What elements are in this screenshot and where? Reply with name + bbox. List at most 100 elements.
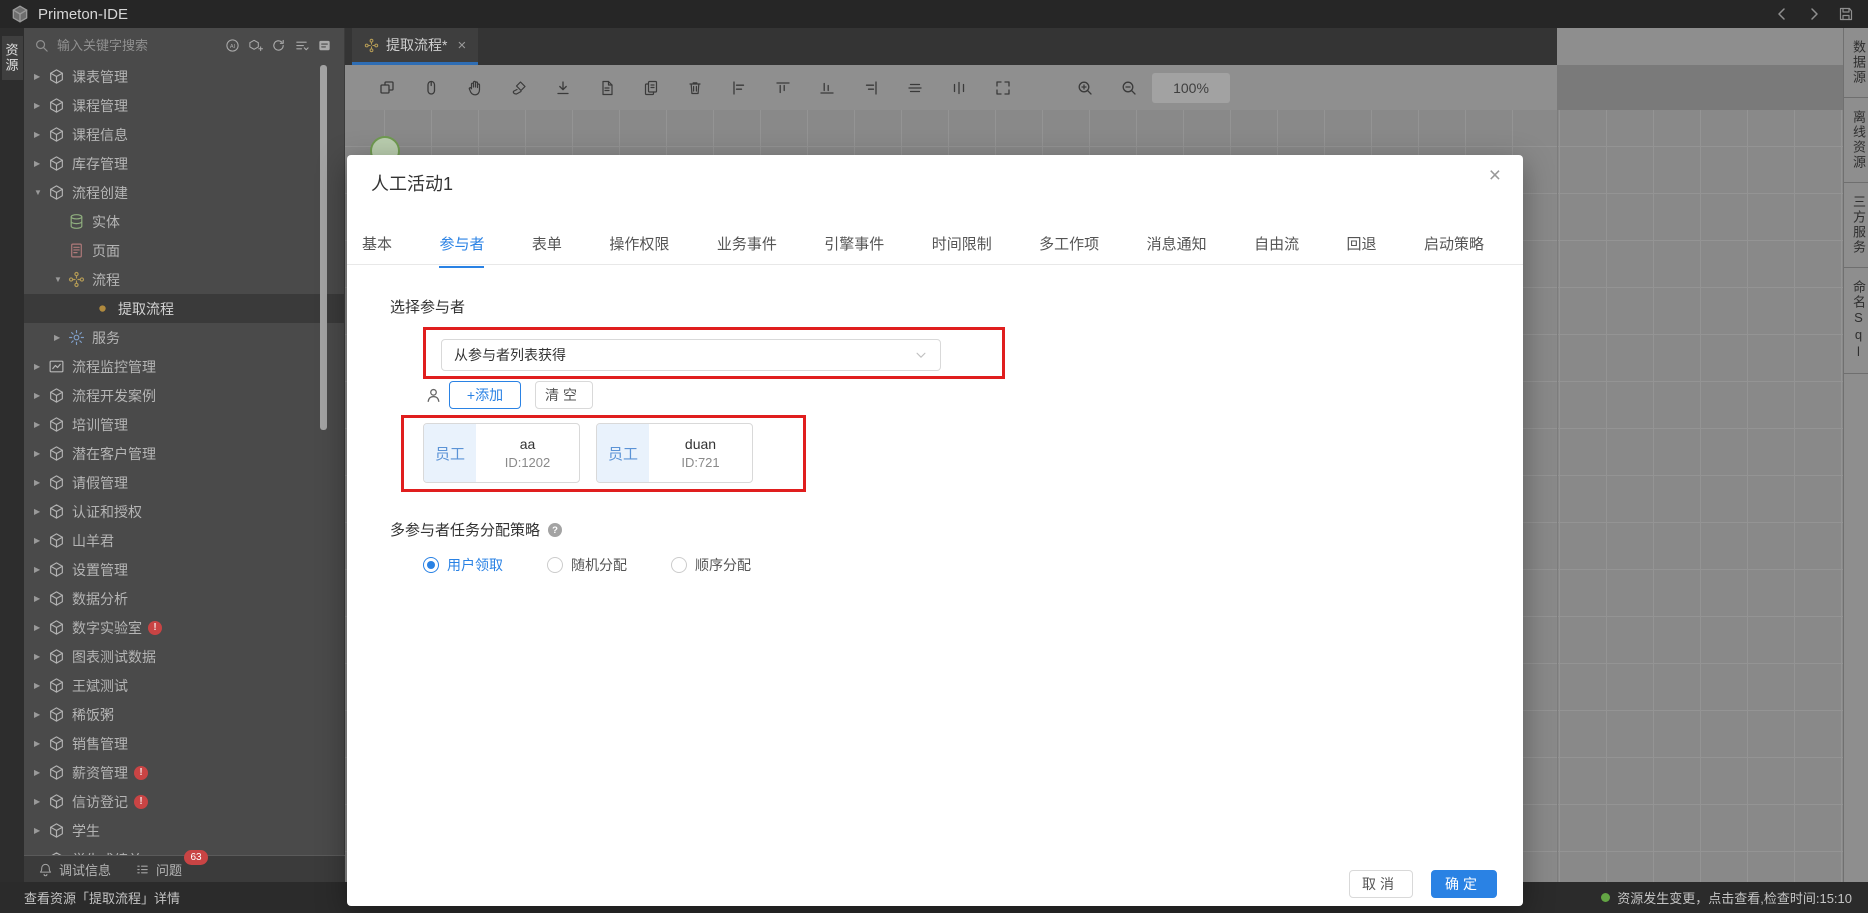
tree-item[interactable]: ▶数字实验室! bbox=[24, 613, 344, 642]
dialog-tab[interactable]: 表单 bbox=[532, 233, 562, 268]
editor-tab-active[interactable]: 提取流程* × bbox=[352, 28, 478, 65]
dialog-tab[interactable]: 消息通知 bbox=[1147, 233, 1207, 268]
tree-item[interactable]: ▼流程创建 bbox=[24, 178, 344, 207]
expand-arrow-icon[interactable]: ▶ bbox=[34, 391, 47, 400]
ai-assistant-icon[interactable]: AI bbox=[225, 38, 240, 53]
refresh-icon[interactable] bbox=[271, 38, 286, 53]
tree-item[interactable]: ▶设置管理 bbox=[24, 555, 344, 584]
dialog-close-icon[interactable]: × bbox=[1489, 165, 1501, 186]
resources-strip-tab[interactable]: 资源 bbox=[2, 36, 23, 80]
participant-source-select[interactable]: 从参与者列表获得 bbox=[441, 339, 941, 371]
tree-item[interactable]: ▶请假管理 bbox=[24, 468, 344, 497]
tree-item[interactable]: ▶库存管理 bbox=[24, 149, 344, 178]
tree-item[interactable]: ▶薪资管理! bbox=[24, 758, 344, 787]
expand-arrow-icon[interactable]: ▶ bbox=[34, 739, 47, 748]
tree-item[interactable]: ▶课程管理 bbox=[24, 91, 344, 120]
dialog-tab[interactable]: 操作权限 bbox=[609, 233, 669, 268]
expand-arrow-icon[interactable]: ▶ bbox=[34, 797, 47, 806]
dialog-tab[interactable]: 参与者 bbox=[439, 233, 484, 268]
tree-item[interactable]: ▶潜在客户管理 bbox=[24, 439, 344, 468]
dialog-tab[interactable]: 回退 bbox=[1347, 233, 1377, 268]
tree-item[interactable]: ▶销售管理 bbox=[24, 729, 344, 758]
tree-item[interactable]: ▶认证和授权 bbox=[24, 497, 344, 526]
history-back-icon[interactable] bbox=[1774, 6, 1790, 22]
expand-arrow-icon[interactable]: ▶ bbox=[34, 826, 47, 835]
align-right-icon[interactable] bbox=[862, 79, 880, 97]
tree-item[interactable]: ▶信访登记! bbox=[24, 787, 344, 816]
expand-arrow-icon[interactable]: ▼ bbox=[54, 275, 67, 284]
align-center-icon[interactable] bbox=[906, 79, 924, 97]
hand-icon[interactable] bbox=[466, 79, 484, 97]
new-resource-icon[interactable] bbox=[248, 38, 263, 53]
tree-item[interactable]: ▶数据分析 bbox=[24, 584, 344, 613]
save-icon[interactable] bbox=[1838, 6, 1854, 22]
strategy-radio[interactable]: 用户领取 bbox=[423, 555, 503, 575]
expand-arrow-icon[interactable]: ▶ bbox=[34, 159, 47, 168]
filter-list-icon[interactable] bbox=[294, 38, 309, 53]
dialog-tab[interactable]: 业务事件 bbox=[717, 233, 777, 268]
expand-arrow-icon[interactable]: ▶ bbox=[34, 362, 47, 371]
tree-item[interactable]: ▶培训管理 bbox=[24, 410, 344, 439]
expand-arrow-icon[interactable]: ▶ bbox=[34, 710, 47, 719]
sidebar-scrollbar[interactable] bbox=[320, 65, 327, 430]
right-panel-tab[interactable]: 离线资源 bbox=[1844, 98, 1868, 183]
distribute-icon[interactable] bbox=[950, 79, 968, 97]
participant-card[interactable]: 员工aaID:1202 bbox=[423, 423, 580, 483]
clear-participants-button[interactable]: 清空 bbox=[535, 381, 593, 409]
tree-item[interactable]: ▼流程 bbox=[24, 265, 344, 294]
expand-arrow-icon[interactable]: ▶ bbox=[34, 652, 47, 661]
expand-arrow-icon[interactable]: ▶ bbox=[34, 478, 47, 487]
ok-button[interactable]: 确定 bbox=[1431, 870, 1497, 898]
expand-arrow-icon[interactable]: ▼ bbox=[34, 188, 47, 197]
expand-arrow-icon[interactable]: ▶ bbox=[34, 130, 47, 139]
strategy-radio[interactable]: 顺序分配 bbox=[671, 555, 751, 575]
expand-arrow-icon[interactable]: ▶ bbox=[34, 594, 47, 603]
download-icon[interactable] bbox=[554, 79, 572, 97]
tree-item[interactable]: ▶服务 bbox=[24, 323, 344, 352]
tree-item[interactable]: ▶稀饭粥 bbox=[24, 700, 344, 729]
expand-arrow-icon[interactable]: ▶ bbox=[54, 333, 67, 342]
expand-arrow-icon[interactable]: ▶ bbox=[34, 449, 47, 458]
tree-item[interactable]: ▶课程信息 bbox=[24, 120, 344, 149]
strategy-radio[interactable]: 随机分配 bbox=[547, 555, 627, 575]
tree-item[interactable]: ▶山羊君 bbox=[24, 526, 344, 555]
zoom-level-display[interactable]: 100% bbox=[1152, 73, 1230, 103]
dialog-tab[interactable]: 启动策略 bbox=[1424, 233, 1484, 268]
tree-item[interactable]: 实体 bbox=[24, 207, 344, 236]
tree-item[interactable]: ▶图表测试数据 bbox=[24, 642, 344, 671]
history-forward-icon[interactable] bbox=[1806, 6, 1822, 22]
right-panel-tab[interactable]: 命名Sql bbox=[1844, 268, 1868, 374]
tree-item[interactable]: ▶流程监控管理 bbox=[24, 352, 344, 381]
tree-item[interactable]: ▶学生 bbox=[24, 816, 344, 845]
console-icon[interactable] bbox=[317, 38, 332, 53]
search-input[interactable] bbox=[55, 37, 177, 54]
brush-icon[interactable] bbox=[510, 79, 528, 97]
expand-arrow-icon[interactable]: ▶ bbox=[34, 565, 47, 574]
expand-arrow-icon[interactable]: ▶ bbox=[34, 536, 47, 545]
select-icon[interactable] bbox=[422, 79, 440, 97]
tree-item[interactable]: ▶王斌测试 bbox=[24, 671, 344, 700]
status-change-notice[interactable]: 资源发生变更，点击查看,检查时间:15:10 bbox=[1601, 888, 1852, 907]
status-resource-text[interactable]: 查看资源「提取流程」详情 bbox=[24, 888, 180, 907]
expand-arrow-icon[interactable]: ▶ bbox=[34, 72, 47, 81]
participant-card[interactable]: 员工duanID:721 bbox=[596, 423, 753, 483]
copy-icon[interactable] bbox=[378, 79, 396, 97]
dialog-tab[interactable]: 基本 bbox=[362, 233, 392, 268]
align-bottom-icon[interactable] bbox=[818, 79, 836, 97]
expand-arrow-icon[interactable]: ▶ bbox=[34, 623, 47, 632]
add-participant-button[interactable]: +添加 bbox=[449, 381, 521, 409]
dialog-tab[interactable]: 多工作项 bbox=[1039, 233, 1099, 268]
tree-item[interactable]: ▶课表管理 bbox=[24, 62, 344, 91]
tree-item[interactable]: ▶流程开发案例 bbox=[24, 381, 344, 410]
align-left-icon[interactable] bbox=[730, 79, 748, 97]
delete-icon[interactable] bbox=[686, 79, 704, 97]
expand-arrow-icon[interactable]: ▶ bbox=[34, 768, 47, 777]
fit-screen-icon[interactable] bbox=[994, 79, 1012, 97]
tab-close-icon[interactable]: × bbox=[457, 37, 466, 54]
help-icon[interactable]: ? bbox=[547, 522, 563, 538]
tree-item[interactable]: 提取流程 bbox=[24, 294, 344, 323]
zoom-out-icon[interactable] bbox=[1120, 79, 1138, 97]
cancel-button[interactable]: 取消 bbox=[1349, 870, 1413, 898]
right-panel-tab[interactable]: 三方服务 bbox=[1844, 183, 1868, 268]
problems-button[interactable]: 问题 63 bbox=[135, 860, 182, 879]
